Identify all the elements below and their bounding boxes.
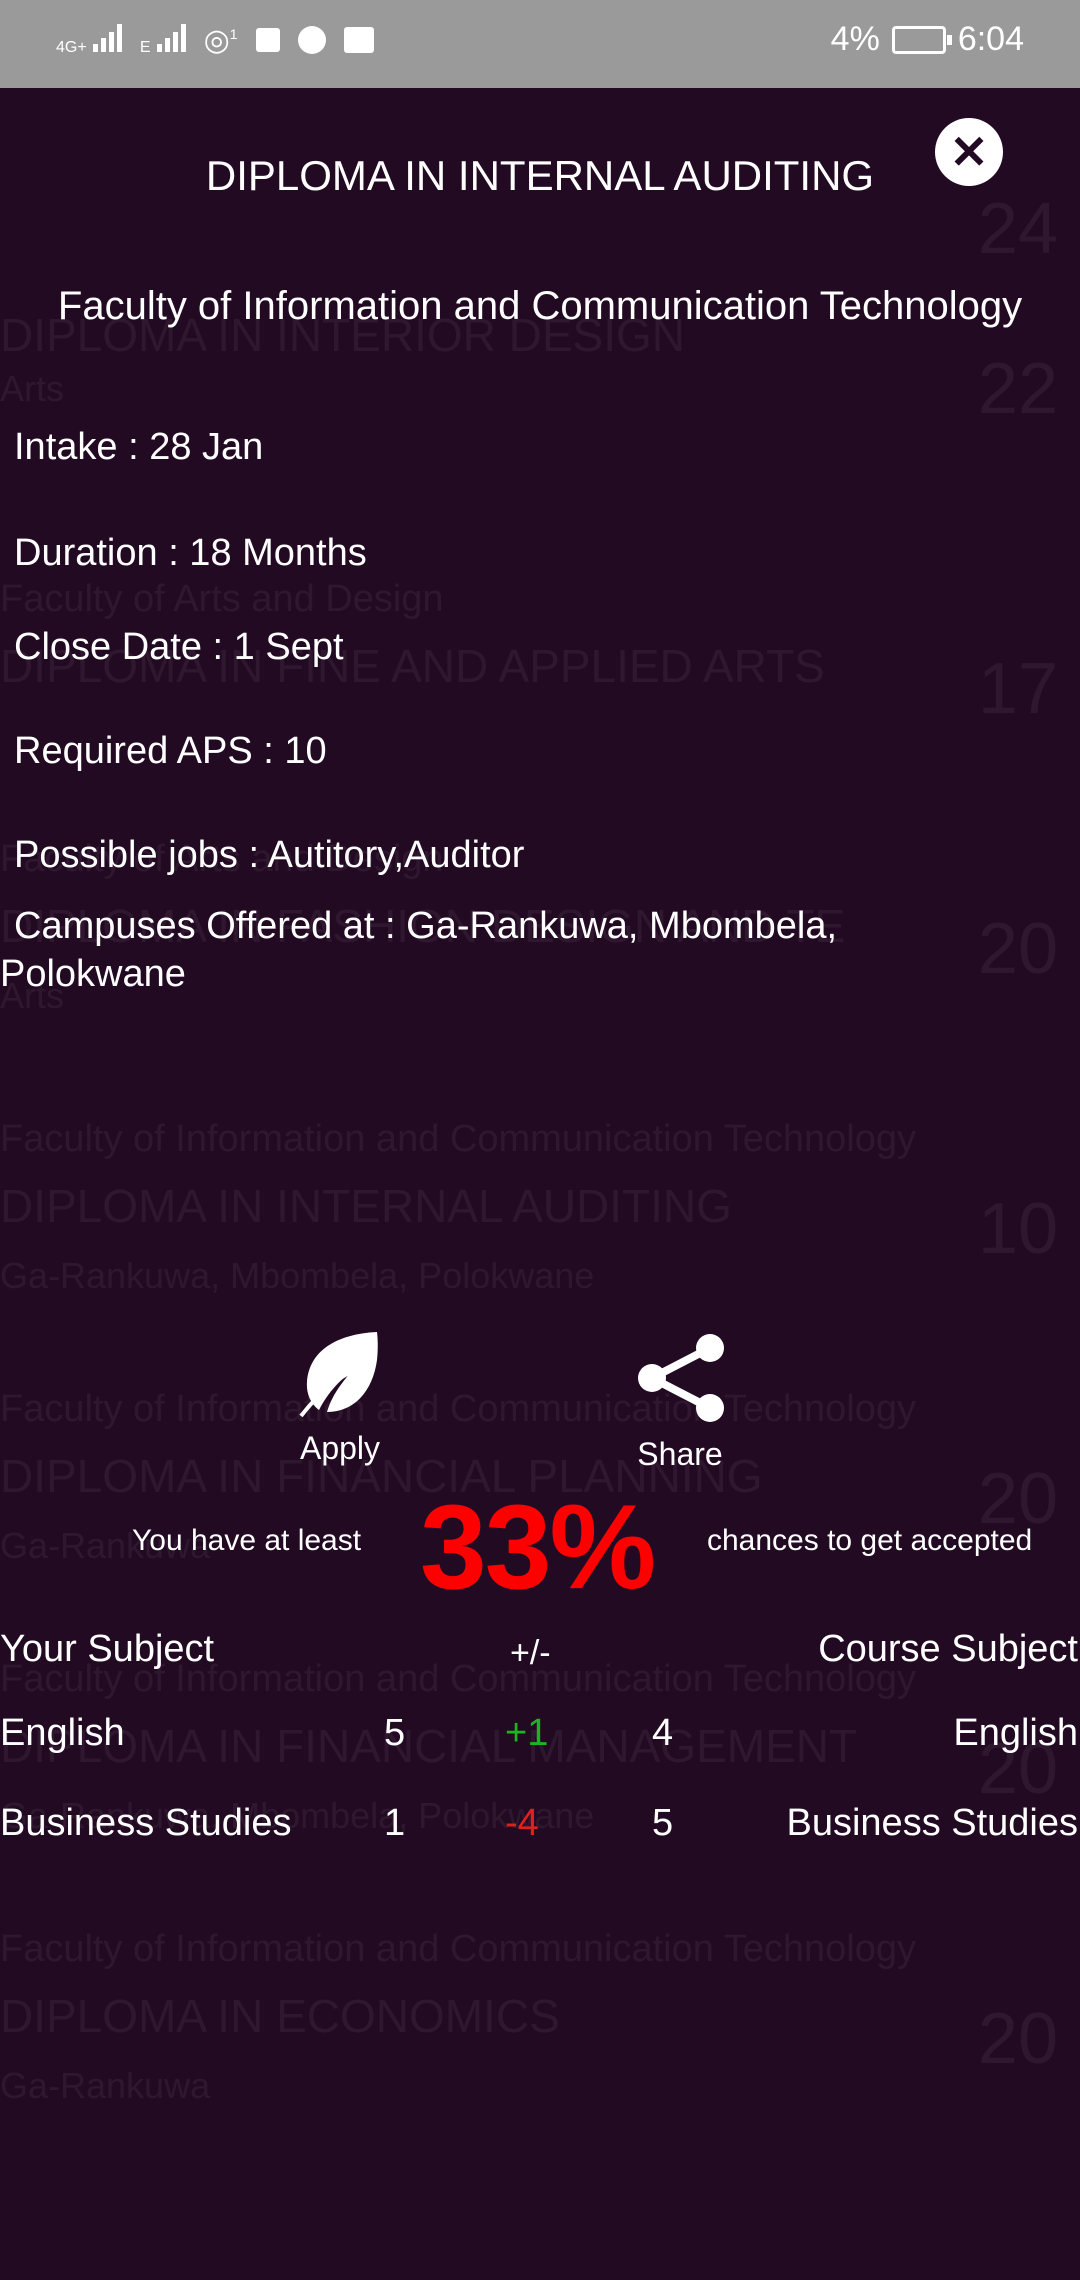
- level-difference: -4: [505, 1802, 539, 1844]
- your-subject-level: 1: [384, 1802, 406, 1844]
- required-aps-info: Required APS : 10: [14, 730, 327, 772]
- close-button[interactable]: ✕: [935, 118, 1003, 186]
- course-subject-level: 5: [652, 1802, 674, 1844]
- course-subject-name: English: [953, 1712, 1078, 1754]
- course-subject-name: Business Studies: [786, 1802, 1079, 1844]
- acceptance-chance-percent: 33%: [420, 1480, 656, 1614]
- course-subject-header: Course Subject: [818, 1628, 1078, 1670]
- message-app-icon: [343, 27, 374, 53]
- course-faculty: Faculty of Information and Communication…: [57, 284, 1023, 328]
- your-subject-level: 5: [384, 1712, 406, 1754]
- apply-button[interactable]: Apply: [280, 1328, 400, 1467]
- notification-square-icon: [255, 28, 280, 52]
- diff-header: +/-: [510, 1634, 551, 1672]
- status-bar: 4G+ E ◎1 4% 6:04: [0, 0, 1080, 88]
- sync-app-icon: [297, 26, 326, 54]
- campuses-info: Campuses Offered at : Ga-Rankuwa, Mbombe…: [0, 905, 838, 995]
- course-title: DIPLOMA IN INTERNAL AUDITING: [205, 152, 875, 199]
- course-subject-level: 4: [652, 1712, 674, 1754]
- chance-prefix: You have at least: [132, 1524, 362, 1557]
- close-icon: ✕: [949, 126, 989, 178]
- clock: 6:04: [957, 20, 1024, 58]
- battery-icon: [891, 25, 952, 54]
- signal-2-icon: E: [140, 22, 186, 58]
- share-icon: [638, 1334, 724, 1422]
- share-label: Share: [637, 1436, 723, 1472]
- duration-info: Duration : 18 Months: [14, 532, 367, 574]
- hotspot-icon: ◎1: [203, 23, 238, 57]
- share-button[interactable]: Share: [620, 1332, 740, 1473]
- your-subject-header: Your Subject: [0, 1628, 215, 1670]
- course-detail-dialog: DIPLOMA IN INTERNAL AUDITING ✕ Faculty o…: [0, 88, 1080, 2280]
- chance-suffix: chances to get accepted: [707, 1524, 1033, 1557]
- level-difference: +1: [505, 1712, 549, 1754]
- signal-1-icon: 4G+: [56, 22, 122, 58]
- battery-percent: 4%: [830, 20, 880, 58]
- apply-label: Apply: [299, 1430, 381, 1466]
- intake-info: Intake : 28 Jan: [14, 426, 264, 468]
- your-subject-name: Business Studies: [0, 1802, 292, 1844]
- status-icons-left: 4G+ E ◎1: [56, 22, 374, 58]
- your-subject-name: English: [0, 1712, 125, 1754]
- close-date-info: Close Date : 1 Sept: [14, 626, 344, 668]
- possible-jobs-info: Possible jobs : Autitory,Auditor: [14, 834, 525, 876]
- leaf-icon: [299, 1332, 378, 1418]
- status-icons-right: 4% 6:04: [831, 20, 1024, 59]
